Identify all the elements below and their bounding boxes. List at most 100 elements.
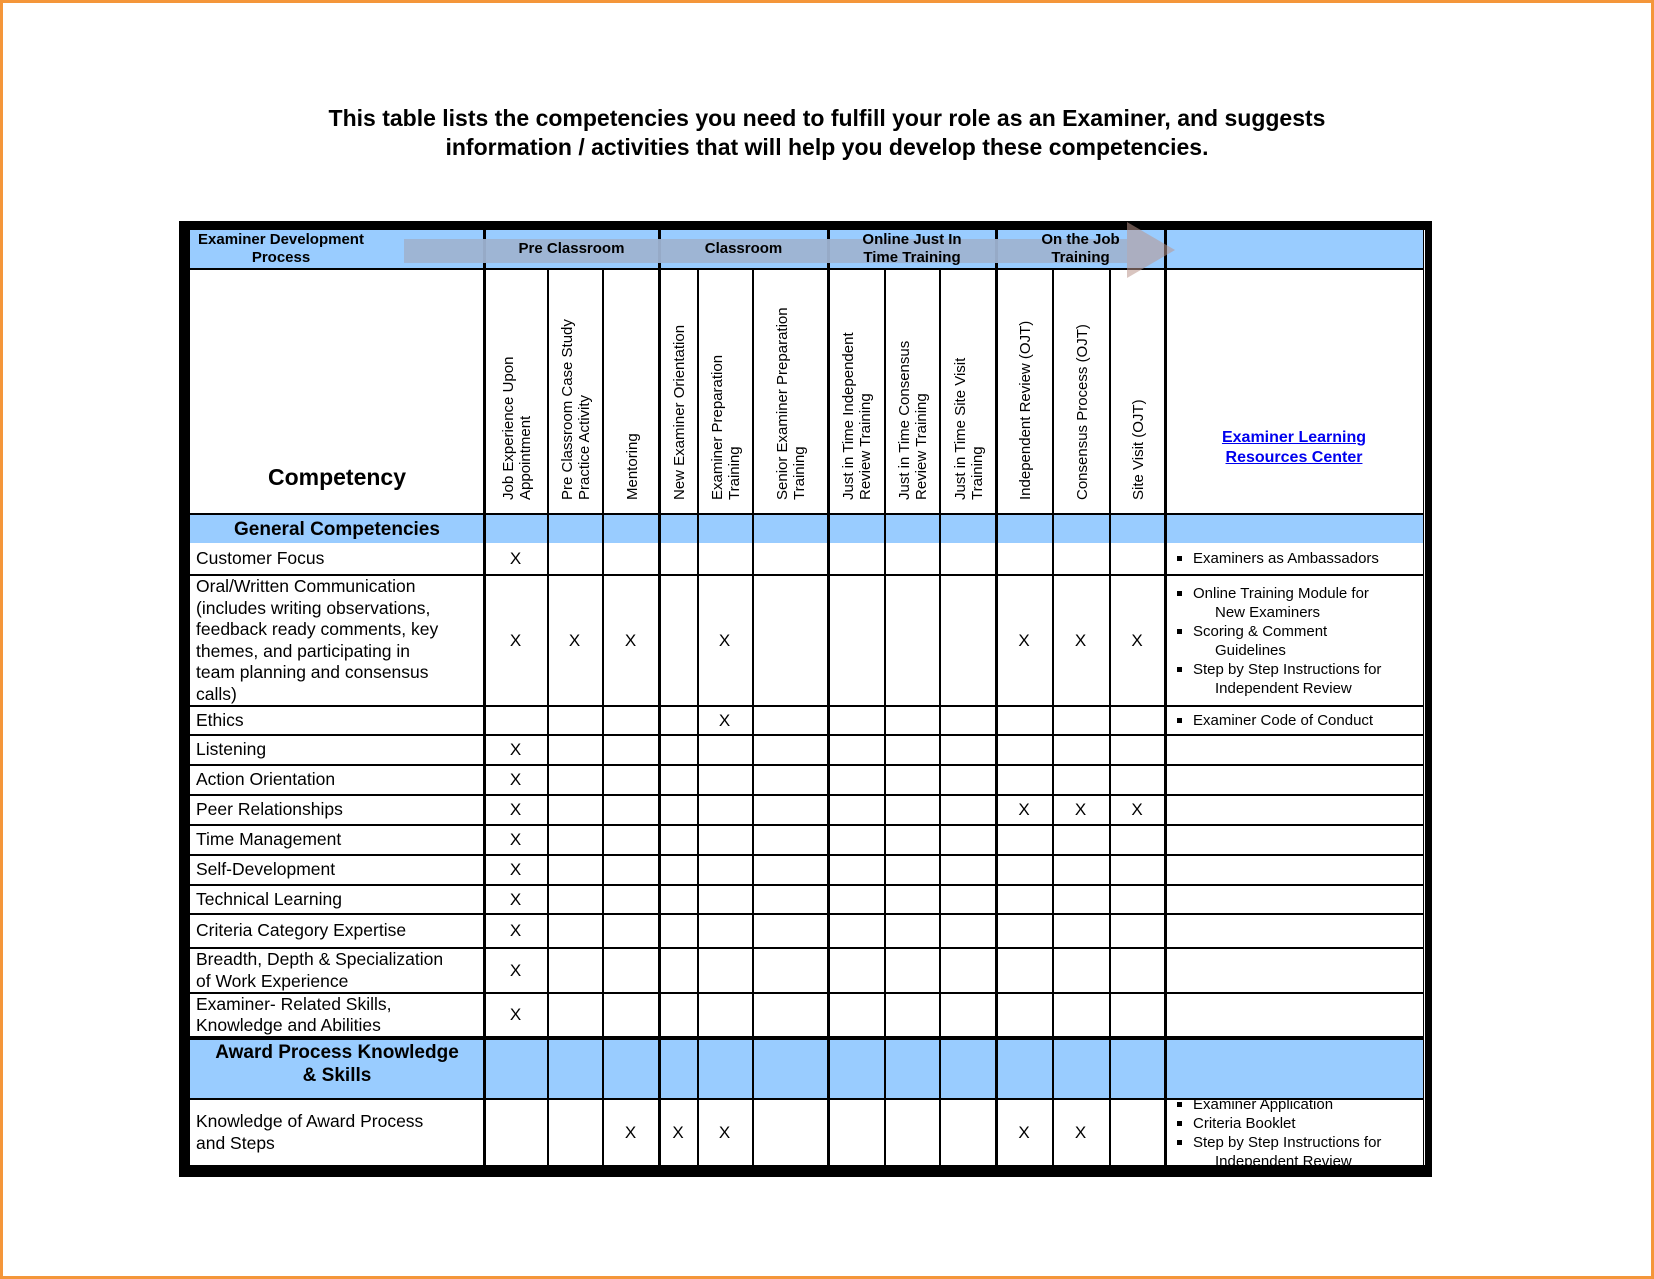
activity-header-line-1: Pre Classroom Case Study <box>558 319 576 500</box>
activity-header-line-1: Job Experience Upon <box>499 356 517 500</box>
activity-header-line-2: Review Training <box>857 393 874 500</box>
mark-cell <box>661 766 697 794</box>
mark-cell <box>1054 736 1109 764</box>
mark-cell <box>998 915 1052 947</box>
process-label-line-2: Process <box>251 249 311 266</box>
mark-cell <box>941 994 996 1036</box>
section-blank-cell <box>941 515 996 543</box>
activity-header-line-2: Appointment <box>516 415 534 500</box>
activity-header-label: Mentoring <box>624 433 641 500</box>
mark-cell <box>754 826 828 854</box>
activity-header-label: Senior Examiner Preparation Training <box>774 307 808 500</box>
activity-mark: X <box>1074 1122 1087 1142</box>
section-blank-cell <box>549 515 602 543</box>
resources-center-link[interactable]: Examiner Learning Resources Center <box>1165 428 1423 468</box>
section-blank-cell <box>1167 515 1423 543</box>
section-blank-cell <box>830 1040 884 1098</box>
competency-name-line: Examiner- Related Skills, <box>196 993 392 1014</box>
activity-mark: X <box>509 830 522 849</box>
mark-cell <box>886 949 939 992</box>
column-separator <box>658 230 661 1165</box>
mark-cell <box>661 707 697 734</box>
section-blank-cell <box>1054 1040 1109 1098</box>
mark-cell <box>754 736 828 764</box>
mark-cell <box>830 707 884 734</box>
mark-cell <box>486 1100 547 1165</box>
activity-mark: X <box>509 889 522 909</box>
activity-header-label: Just in Time Site Visit Training <box>952 358 986 500</box>
competency-name-line: Time Management <box>196 829 342 850</box>
mark-cell <box>754 1100 828 1165</box>
resources-bullets: Examiner Code of Conduct <box>1169 711 1421 730</box>
mark-cell <box>941 576 996 705</box>
mark-cell <box>830 949 884 992</box>
mark-cell <box>604 736 659 764</box>
mark-cell <box>549 736 602 764</box>
competency-name: Listening <box>190 739 484 761</box>
resources-link-line-1[interactable]: Examiner Learning <box>1165 428 1423 448</box>
mark-cell <box>754 766 828 794</box>
mark-cell <box>699 796 752 824</box>
mark-cell <box>661 543 697 574</box>
mark-cell <box>1111 736 1165 764</box>
mark-cell <box>1111 707 1165 734</box>
resource-item: Examiner Code of Conduct <box>1169 711 1421 730</box>
section-title-line-1: Award Process Knowledge <box>215 1042 459 1063</box>
mark-cell <box>830 576 884 705</box>
resource-item: Online Training Module for New Examiners <box>1169 584 1421 622</box>
mark-cell <box>754 856 828 884</box>
activity-mark: X <box>718 1122 731 1142</box>
resources-cell <box>1167 856 1423 884</box>
section-blank-cell <box>604 515 659 543</box>
resources-bullets: Online Training Module for New Examiners S… <box>1169 584 1421 698</box>
resource-item-text: Guidelines <box>1215 641 1286 659</box>
resources-list: Examiners as Ambassadors <box>1169 549 1421 568</box>
competency-name: Examiner- Related Skills, Knowledge and A… <box>190 994 484 1037</box>
mark-cell <box>941 766 996 794</box>
mark-cell <box>941 1100 996 1165</box>
resources-cell <box>1167 949 1423 992</box>
activity-mark: X <box>509 860 522 879</box>
resource-item-text: Independent Review <box>1215 1152 1352 1170</box>
activity-mark: X <box>1018 630 1030 650</box>
section-blank-cell <box>549 1040 602 1098</box>
mark-cell <box>941 796 996 824</box>
activity-header-line-2: Practice Activity <box>575 394 593 500</box>
resource-item-text: Step by Step Instructions for <box>1193 1133 1382 1151</box>
section-title: Award Process Knowledge & Skills <box>190 1041 484 1087</box>
competency-name: Oral/Written Communication (includes writ… <box>190 576 484 705</box>
activity-header-label: Job Experience Upon Appointment <box>500 357 534 500</box>
mark-cell <box>604 856 659 884</box>
competency-name-line: Breadth, Depth & Specialization <box>196 949 444 969</box>
competency-name: Customer Focus <box>190 548 484 570</box>
mark-cell <box>661 949 697 992</box>
mark-cell <box>754 994 828 1036</box>
competency-name-line: themes, and participating in <box>196 640 411 661</box>
mark-cell <box>699 543 752 574</box>
resources-link-line-2[interactable]: Resources Center <box>1165 448 1423 468</box>
mark-cell <box>661 994 697 1036</box>
mark-cell <box>830 994 884 1036</box>
competency-name: Peer Relationships <box>190 799 484 821</box>
mark-cell <box>998 949 1052 992</box>
activity-mark: X <box>509 770 522 789</box>
mark-cell <box>941 707 996 734</box>
mark-cell <box>998 994 1052 1036</box>
mark-cell <box>549 915 602 947</box>
mark-cell <box>998 826 1052 854</box>
mark-cell <box>549 886 602 913</box>
mark-cell <box>699 826 752 854</box>
section-blank-cell <box>1111 1040 1165 1098</box>
section-blank-cell <box>699 515 752 543</box>
phase-label-line-1: Classroom <box>704 240 783 257</box>
activity-mark: X <box>509 921 522 940</box>
mark-cell <box>604 707 659 734</box>
mark-cell <box>754 576 828 705</box>
resources-list: Online Training Module for New Examiners S… <box>1169 584 1421 698</box>
mark-cell <box>661 576 697 705</box>
table-right-inner-border <box>1424 230 1425 1165</box>
resources-cell <box>1167 915 1423 947</box>
competency-header-label: Competency <box>267 464 407 490</box>
mark-cell <box>549 1100 602 1165</box>
resource-item-text: Scoring & Comment <box>1193 622 1328 640</box>
